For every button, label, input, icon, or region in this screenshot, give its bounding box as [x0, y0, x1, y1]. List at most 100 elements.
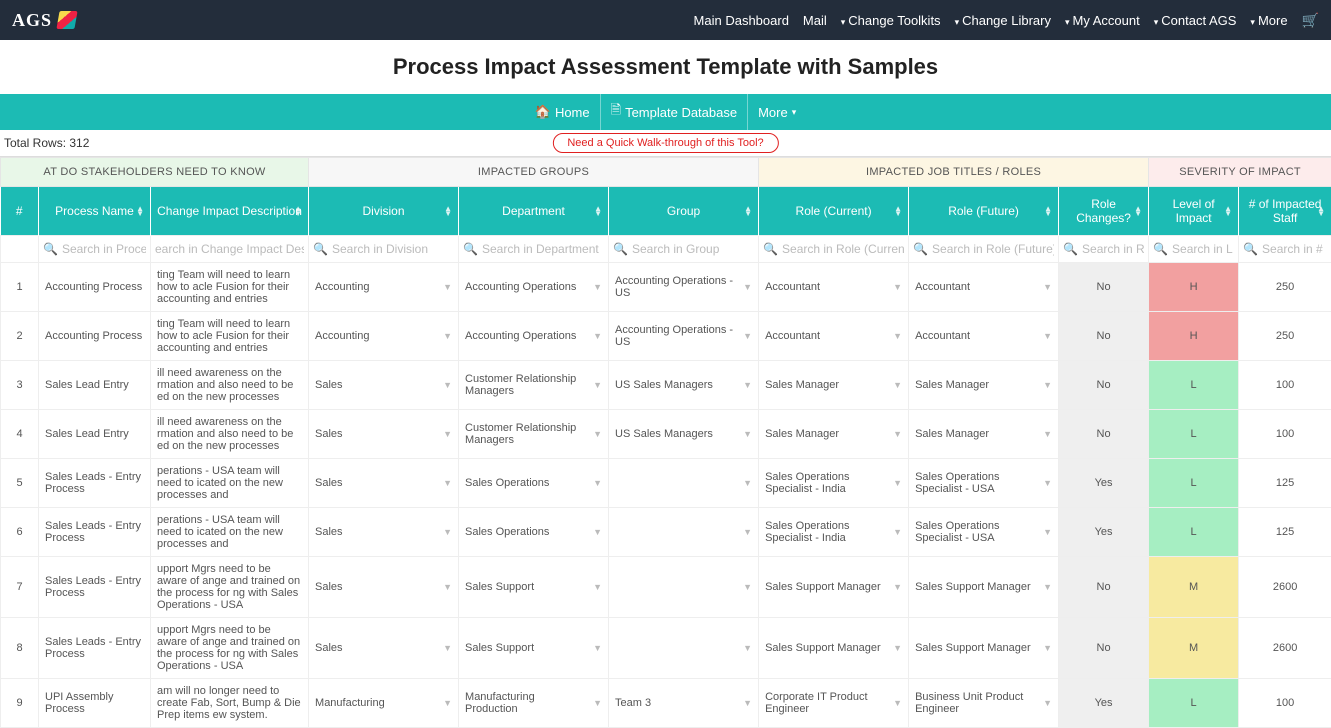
chevron-down-icon[interactable]: ▼	[1043, 380, 1052, 390]
cell-role-future[interactable]: Accountant▼	[909, 263, 1059, 312]
cell-role-current[interactable]: Sales Manager▼	[759, 410, 909, 459]
cell-division[interactable]: Manufacturing▼	[309, 679, 459, 728]
cell-process[interactable]: UPI Assembly Process	[39, 679, 151, 728]
cell-group[interactable]: US Sales Managers▼	[609, 410, 759, 459]
chevron-down-icon[interactable]: ▼	[443, 527, 452, 537]
chevron-down-icon[interactable]: ▼	[1043, 643, 1052, 653]
col-level[interactable]: Level of Impact▲▼	[1149, 187, 1239, 236]
cell-division[interactable]: Sales▼	[309, 459, 459, 508]
cell-role-current[interactable]: Sales Manager▼	[759, 361, 909, 410]
sort-icon[interactable]: ▲▼	[294, 206, 302, 216]
search-group[interactable]	[632, 242, 754, 256]
chevron-down-icon[interactable]: ▼	[893, 282, 902, 292]
cell-group[interactable]: Team 3▼	[609, 679, 759, 728]
cell-department[interactable]: Sales Support▼	[459, 618, 609, 679]
sort-icon[interactable]: ▲▼	[1317, 206, 1325, 216]
cell-role-current[interactable]: Sales Operations Specialist - India▼	[759, 508, 909, 557]
chevron-down-icon[interactable]: ▼	[743, 282, 752, 292]
cell-role-future[interactable]: Business Unit Product Engineer▼	[909, 679, 1059, 728]
cell-role-current[interactable]: Accountant▼	[759, 263, 909, 312]
search-division[interactable]	[332, 242, 454, 256]
chevron-down-icon[interactable]: ▼	[743, 429, 752, 439]
chevron-down-icon[interactable]: ▼	[443, 698, 452, 708]
chevron-down-icon[interactable]: ▼	[443, 643, 452, 653]
walkthrough-link[interactable]: Need a Quick Walk-through of this Tool?	[552, 133, 778, 153]
cell-department[interactable]: Manufacturing Production▼	[459, 679, 609, 728]
search-department[interactable]	[482, 242, 604, 256]
cell-group[interactable]: ▼	[609, 557, 759, 618]
cell-role-current[interactable]: Sales Operations Specialist - India▼	[759, 459, 909, 508]
col-role-future[interactable]: Role (Future)▲▼	[909, 187, 1059, 236]
cell-role-future[interactable]: Sales Manager▼	[909, 361, 1059, 410]
chevron-down-icon[interactable]: ▼	[893, 582, 902, 592]
chevron-down-icon[interactable]: ▼	[743, 527, 752, 537]
cell-division[interactable]: Sales▼	[309, 557, 459, 618]
cell-desc[interactable]: ill need awareness on the rmation and al…	[151, 410, 309, 459]
table-row[interactable]: 1Accounting Processting Team will need t…	[1, 263, 1331, 312]
cart-icon[interactable]: 🛒	[1302, 12, 1319, 29]
cell-process[interactable]: Sales Lead Entry	[39, 361, 151, 410]
search-staff[interactable]	[1262, 242, 1327, 256]
table-row[interactable]: 7Sales Leads - Entry Processupport Mgrs …	[1, 557, 1331, 618]
chevron-down-icon[interactable]: ▼	[1043, 331, 1052, 341]
cell-desc[interactable]: ting Team will need to learn how to acle…	[151, 263, 309, 312]
chevron-down-icon[interactable]: ▼	[1043, 698, 1052, 708]
col-department[interactable]: Department▲▼	[459, 187, 609, 236]
chevron-down-icon[interactable]: ▼	[893, 331, 902, 341]
cell-desc[interactable]: perations - USA team will need to icated…	[151, 459, 309, 508]
chevron-down-icon[interactable]: ▼	[593, 429, 602, 439]
cell-group[interactable]: ▼	[609, 618, 759, 679]
chevron-down-icon[interactable]: ▼	[443, 380, 452, 390]
sort-icon[interactable]: ▲▼	[444, 206, 452, 216]
chevron-down-icon[interactable]: ▼	[893, 429, 902, 439]
cell-desc[interactable]: upport Mgrs need to be aware of ange and…	[151, 618, 309, 679]
chevron-down-icon[interactable]: ▼	[1043, 582, 1052, 592]
cell-desc[interactable]: ill need awareness on the rmation and al…	[151, 361, 309, 410]
chevron-down-icon[interactable]: ▼	[893, 698, 902, 708]
search-role-changes[interactable]	[1082, 242, 1144, 256]
cell-process[interactable]: Accounting Process	[39, 263, 151, 312]
sort-icon[interactable]: ▲▼	[594, 206, 602, 216]
col-process-name[interactable]: Process Name▲▼	[39, 187, 151, 236]
chevron-down-icon[interactable]: ▼	[443, 429, 452, 439]
chevron-down-icon[interactable]: ▼	[893, 527, 902, 537]
chevron-down-icon[interactable]: ▼	[593, 527, 602, 537]
sort-icon[interactable]: ▲▼	[744, 206, 752, 216]
cell-process[interactable]: Sales Lead Entry	[39, 410, 151, 459]
table-row[interactable]: 2Accounting Processting Team will need t…	[1, 312, 1331, 361]
cell-division[interactable]: Accounting▼	[309, 263, 459, 312]
chevron-down-icon[interactable]: ▼	[743, 698, 752, 708]
cell-group[interactable]: Accounting Operations - US▼	[609, 312, 759, 361]
chevron-down-icon[interactable]: ▼	[593, 282, 602, 292]
cell-division[interactable]: Sales▼	[309, 508, 459, 557]
chevron-down-icon[interactable]: ▼	[593, 478, 602, 488]
chevron-down-icon[interactable]: ▼	[593, 380, 602, 390]
chevron-down-icon[interactable]: ▼	[1043, 527, 1052, 537]
cell-role-future[interactable]: Accountant▼	[909, 312, 1059, 361]
nav-contact[interactable]: Contact AGS	[1154, 13, 1237, 28]
sort-icon[interactable]: ▲▼	[894, 206, 902, 216]
chevron-down-icon[interactable]: ▼	[743, 331, 752, 341]
sort-icon[interactable]: ▲▼	[1224, 206, 1232, 216]
table-row[interactable]: 9UPI Assembly Processam will no longer n…	[1, 679, 1331, 728]
cell-department[interactable]: Sales Operations▼	[459, 508, 609, 557]
table-row[interactable]: 3Sales Lead Entryill need awareness on t…	[1, 361, 1331, 410]
cell-desc[interactable]: upport Mgrs need to be aware of ange and…	[151, 557, 309, 618]
chevron-down-icon[interactable]: ▼	[743, 478, 752, 488]
cell-process[interactable]: Sales Leads - Entry Process	[39, 459, 151, 508]
chevron-down-icon[interactable]: ▼	[593, 698, 602, 708]
col-role-current[interactable]: Role (Current)▲▼	[759, 187, 909, 236]
table-row[interactable]: 5Sales Leads - Entry Processperations - …	[1, 459, 1331, 508]
cell-desc[interactable]: ting Team will need to learn how to acle…	[151, 312, 309, 361]
toolbar-more[interactable]: More ▾	[748, 94, 806, 130]
cell-role-current[interactable]: Corporate IT Product Engineer▼	[759, 679, 909, 728]
toolbar-home[interactable]: 🏠 Home	[525, 94, 601, 130]
cell-division[interactable]: Sales▼	[309, 410, 459, 459]
cell-desc[interactable]: perations - USA team will need to icated…	[151, 508, 309, 557]
chevron-down-icon[interactable]: ▼	[893, 478, 902, 488]
cell-process[interactable]: Sales Leads - Entry Process	[39, 618, 151, 679]
chevron-down-icon[interactable]: ▼	[743, 582, 752, 592]
nav-library[interactable]: Change Library	[955, 13, 1051, 28]
col-role-changes[interactable]: Role Changes?▲▼	[1059, 187, 1149, 236]
search-role-current[interactable]	[782, 242, 904, 256]
